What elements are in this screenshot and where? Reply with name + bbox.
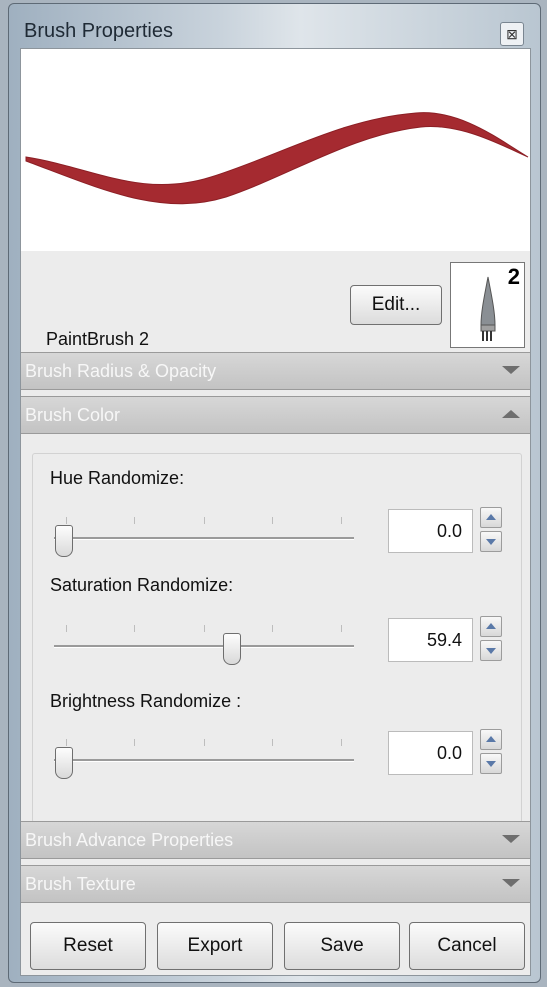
close-button[interactable]: ⊠ [500,22,524,46]
down-arrow-icon [486,648,496,654]
slider-tick [204,739,205,746]
brush-tip-number: 2 [507,264,520,289]
brush-stroke [25,112,529,205]
close-icon: ⊠ [506,26,518,42]
saturation-randomize-input[interactable]: 59.4 [388,618,473,662]
slider-tick [272,625,273,632]
slider-thumb[interactable] [55,525,73,557]
slider-tick [134,625,135,632]
cancel-button[interactable]: Cancel [409,922,525,970]
slider-tick [272,517,273,524]
section-brush-radius-opacity[interactable]: Brush Radius & Opacity [21,352,530,390]
increment-button[interactable] [480,507,502,528]
brightness-randomize-input[interactable]: 0.0 [388,731,473,775]
slider-thumb[interactable] [55,747,73,779]
slider-tick [66,739,67,746]
up-arrow-icon [486,736,496,742]
saturation-randomize-label: Saturation Randomize: [50,575,234,595]
up-arrow-icon [486,623,496,629]
increment-button[interactable] [480,616,502,637]
slider-track [54,645,354,648]
hue-randomize-input[interactable]: 0.0 [388,509,473,553]
reset-button[interactable]: Reset [30,922,146,970]
decrement-button[interactable] [480,531,502,552]
section-label: Brush Texture [25,874,136,894]
button-bar: Reset Export Save Cancel [21,909,530,975]
save-button[interactable]: Save [284,922,400,970]
section-label: Brush Color [25,405,121,425]
brush-stroke-preview [21,49,530,251]
expand-arrow-icon [502,879,520,887]
section-brush-advance-properties[interactable]: Brush Advance Properties [21,821,530,859]
down-arrow-icon [486,539,496,545]
export-button[interactable]: Export [157,922,273,970]
expand-arrow-icon [502,835,520,843]
section-brush-color[interactable]: Brush Color [21,396,530,434]
section-label: Brush Advance Properties [25,830,234,850]
slider-tick [66,625,67,632]
slider-tick [204,625,205,632]
brush-color-panel: Hue Randomize: 0.0 Saturation Randomize: [32,453,522,823]
brush-properties-window: Brush Properties ⊠ PaintBrush 2 Edit... … [8,3,541,983]
slider-tick [204,517,205,524]
hue-randomize-slider[interactable] [54,501,354,557]
slider-tick [341,517,342,524]
brightness-randomize-slider[interactable] [54,723,354,779]
slider-thumb[interactable] [222,633,241,665]
window-title: Brush Properties [24,20,173,42]
section-label: Brush Radius & Opacity [25,361,217,381]
brush-name: PaintBrush 2 [46,329,150,349]
saturation-randomize-spinner [480,616,504,664]
brightness-randomize-label: Brightness Randomize : [50,691,242,711]
title-bar[interactable]: Brush Properties ⊠ [9,4,540,50]
brush-info-row: PaintBrush 2 Edit... 2 [21,251,530,351]
brush-tip-thumbnail[interactable]: 2 [450,262,525,348]
brightness-randomize-spinner [480,729,504,777]
expand-arrow-icon [502,366,520,374]
slider-tick [341,625,342,632]
slider-tick [134,739,135,746]
slider-tick [272,739,273,746]
section-brush-texture[interactable]: Brush Texture [21,865,530,903]
hue-randomize-label: Hue Randomize: [50,468,185,488]
saturation-randomize-slider[interactable] [54,609,354,665]
slider-tick [66,517,67,524]
slider-tick [341,739,342,746]
collapse-arrow-icon [502,410,520,418]
up-arrow-icon [486,514,496,520]
decrement-button[interactable] [480,640,502,661]
increment-button[interactable] [480,729,502,750]
dialog-body: PaintBrush 2 Edit... 2 Brush Radius & Op… [20,48,531,976]
down-arrow-icon [486,761,496,767]
slider-track [54,537,354,540]
slider-tick [134,517,135,524]
decrement-button[interactable] [480,753,502,774]
hue-randomize-spinner [480,507,504,555]
slider-track [54,759,354,762]
edit-button[interactable]: Edit... [350,285,442,325]
